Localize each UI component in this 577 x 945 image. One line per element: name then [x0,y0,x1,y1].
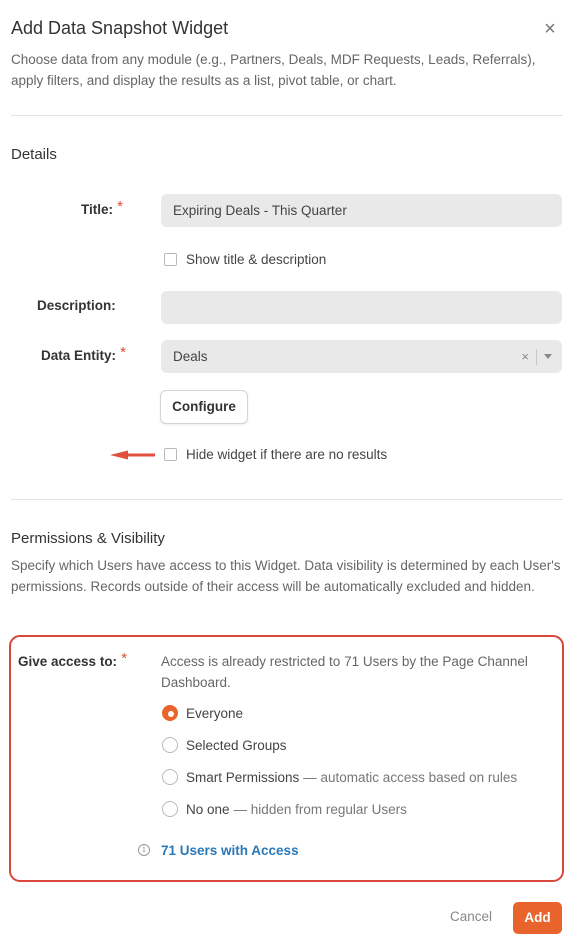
close-icon[interactable]: × [541,19,559,39]
radio-selected-icon[interactable] [162,705,178,721]
divider [11,115,563,116]
checkbox-icon[interactable] [164,253,177,266]
radio-hint: — hidden from regular Users [233,801,407,817]
hide-widget-label: Hide widget if there are no results [186,447,388,462]
add-button[interactable]: Add [513,902,562,934]
title-label: Title: * [81,198,124,217]
modal-title: Add Data Snapshot Widget [11,18,229,38]
access-note: Access is already restricted to 71 Users… [161,654,528,690]
radio-hint: — automatic access based on rules [303,769,518,785]
radio-label: Selected Groups [186,737,287,753]
data-entity-select[interactable]: Deals × [161,340,562,373]
users-with-access-link[interactable]: 71 Users with Access [161,843,299,858]
radio-icon[interactable] [162,801,178,817]
arrow-pointer-icon [110,450,155,460]
hide-widget-checkbox[interactable]: Hide widget if there are no results [164,447,387,462]
details-heading: Details [11,146,57,163]
data-entity-value: Deals [173,349,208,364]
description-input[interactable] [161,291,562,324]
radio-option-smart-permissions[interactable]: Smart Permissions — automatic access bas… [162,769,517,785]
permissions-heading: Permissions & Visibility [11,530,165,547]
give-access-label: Give access to: * [18,650,128,669]
title-input[interactable]: Expiring Deals - This Quarter [161,194,562,227]
radio-option-no-one[interactable]: No one — hidden from regular Users [162,801,407,817]
permissions-description: Specify which Users have access to this … [11,558,561,594]
show-title-description-label: Show title & description [186,252,327,267]
clear-icon[interactable]: × [521,340,529,373]
radio-option-selected-groups[interactable]: Selected Groups [162,737,287,753]
select-controls: × [521,340,552,373]
show-title-description-checkbox[interactable]: Show title & description [164,252,326,267]
description-label: Description: [37,298,116,313]
info-icon: i [138,844,150,856]
radio-label: Smart Permissions [186,769,300,785]
required-mark: * [117,198,124,215]
chevron-down-icon[interactable] [544,354,552,359]
checkbox-icon[interactable] [164,448,177,461]
required-mark: * [121,650,128,667]
radio-icon[interactable] [162,769,178,785]
radio-option-everyone[interactable]: Everyone [162,705,243,721]
configure-button[interactable]: Configure [160,390,248,424]
modal-intro: Choose data from any module (e.g., Partn… [11,52,536,88]
select-separator [536,348,537,365]
required-mark: * [120,344,127,361]
radio-icon[interactable] [162,737,178,753]
radio-label: Everyone [186,705,244,721]
data-entity-label: Data Entity: * [41,344,127,363]
divider [11,499,563,500]
radio-label: No one [186,801,230,817]
cancel-button[interactable]: Cancel [450,909,492,924]
